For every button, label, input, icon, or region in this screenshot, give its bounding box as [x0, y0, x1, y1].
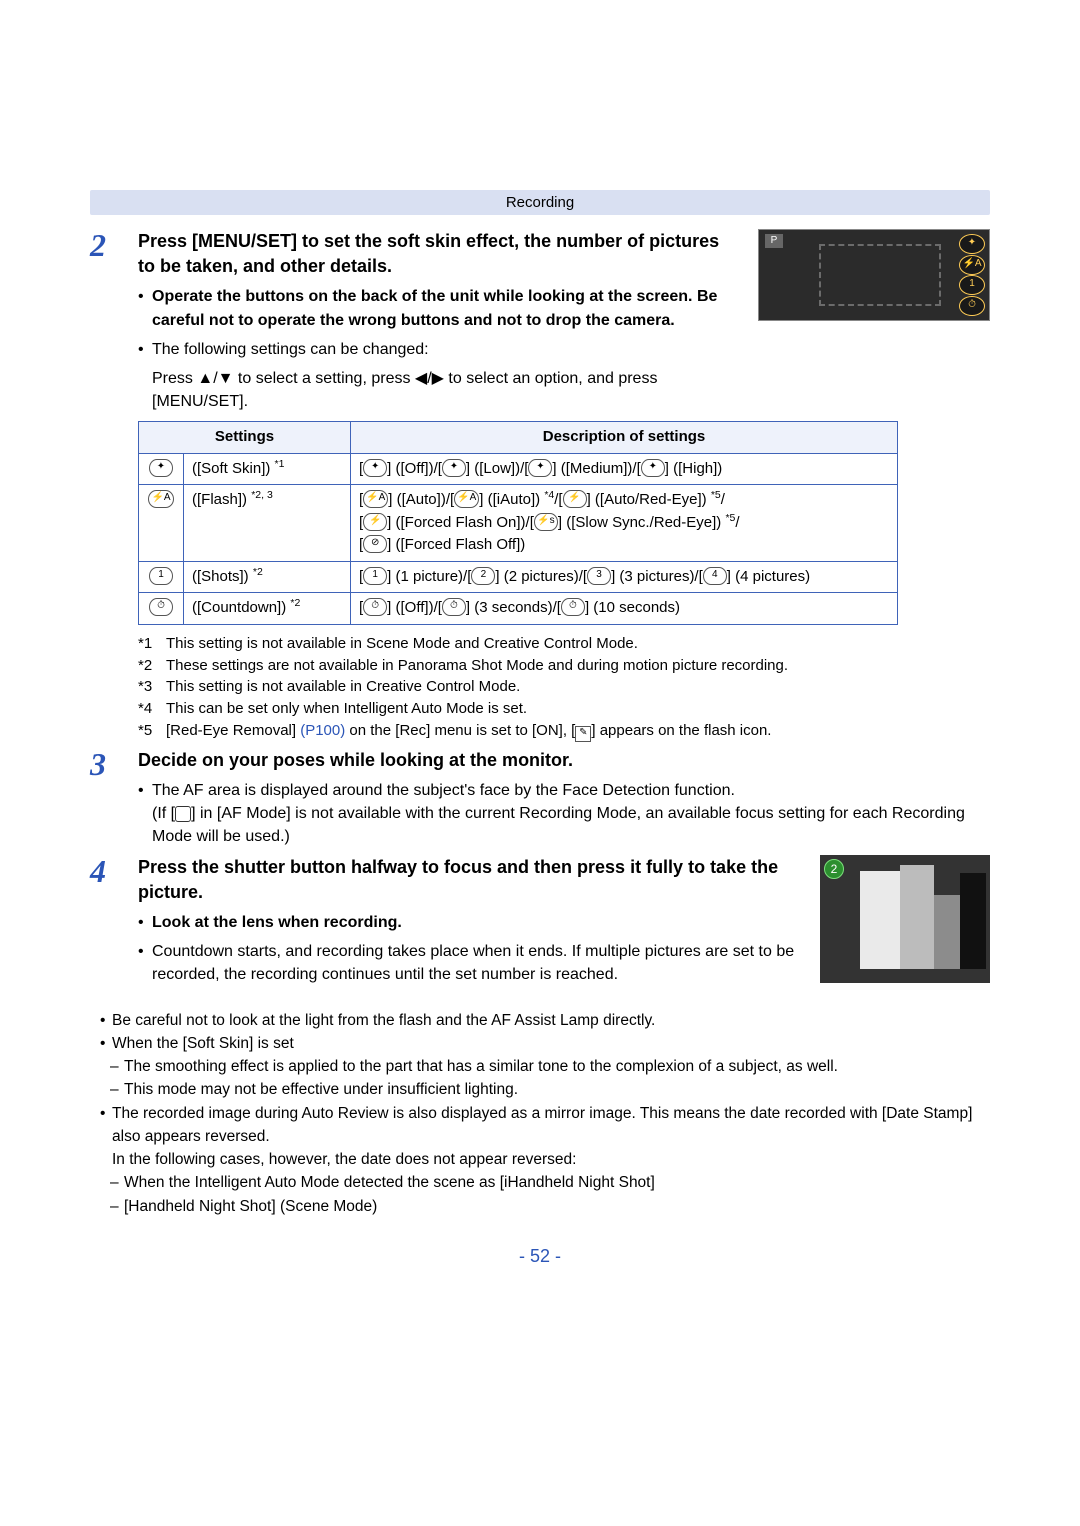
row-icon-flash: ⚡A: [148, 490, 173, 508]
row-icon-countdown: ⏱: [149, 598, 173, 616]
mode-badge-p: P: [765, 234, 783, 248]
camera-lcd-preview: P ✦ ⚡A 1 ⏱: [758, 229, 990, 321]
step-4: 4 Press the shutter button halfway to fo…: [90, 855, 990, 987]
section-header: Recording: [90, 190, 990, 215]
page-number: - 52 -: [90, 1246, 990, 1327]
step-2: 2 Press [MENU/SET] to set the soft skin …: [90, 229, 990, 413]
af-preview-image: [820, 855, 990, 983]
flash-icon: ⚡A: [959, 255, 985, 275]
table-row: ⏱ ([Countdown]) *2 [⏱] ([Off])/[⏱] (3 se…: [139, 593, 898, 625]
softskin-icon: ✦: [959, 234, 985, 254]
step-4-title: Press the shutter button halfway to focu…: [138, 855, 802, 905]
pencil-icon: ✎: [575, 726, 591, 742]
step-2-plain-bullet: The following settings can be changed:: [138, 338, 740, 361]
step-number-2: 2: [90, 229, 120, 413]
th-settings: Settings: [139, 422, 351, 454]
table-row: 1 ([Shots]) *2 [1] (1 picture)/[2] (2 pi…: [139, 561, 898, 593]
bottom-notes: Be careful not to look at the light from…: [100, 1009, 980, 1218]
face-detect-icon: [175, 806, 191, 822]
step-2-press-line: Press ▲/▼ to select a setting, press ◀/▶…: [138, 367, 740, 413]
timer-icon: ⏱: [959, 296, 985, 316]
table-row: ✦ ([Soft Skin]) *1 [✦] ([Off])/[✦] ([Low…: [139, 453, 898, 485]
step-4-bold-bullet: Look at the lens when recording.: [138, 911, 802, 934]
step-3-bullet: The AF area is displayed around the subj…: [138, 779, 990, 849]
step-3-title: Decide on your poses while looking at th…: [138, 748, 990, 773]
row-icon-shots: 1: [149, 567, 173, 585]
row-icon-softskin: ✦: [149, 459, 173, 477]
step-number-4: 4: [90, 855, 120, 987]
settings-table: Settings Description of settings ✦ ([Sof…: [138, 421, 898, 625]
focus-brackets-icon: [819, 244, 941, 306]
shots-icon: 1: [959, 275, 985, 295]
step-2-title: Press [MENU/SET] to set the soft skin ef…: [138, 229, 740, 279]
step-3: 3 Decide on your poses while looking at …: [90, 748, 990, 849]
step-number-3: 3: [90, 748, 120, 849]
step-2-bold-bullet: Operate the buttons on the back of the u…: [138, 285, 740, 331]
link-p100[interactable]: (P100): [300, 722, 345, 739]
table-row: ⚡A ([Flash]) *2, 3 [⚡A] ([Auto])/[⚡A] ([…: [139, 485, 898, 562]
th-description: Description of settings: [351, 422, 898, 454]
table-footnotes: *1This setting is not available in Scene…: [138, 633, 990, 742]
step-4-plain-bullet: Countdown starts, and recording takes pl…: [138, 940, 802, 986]
